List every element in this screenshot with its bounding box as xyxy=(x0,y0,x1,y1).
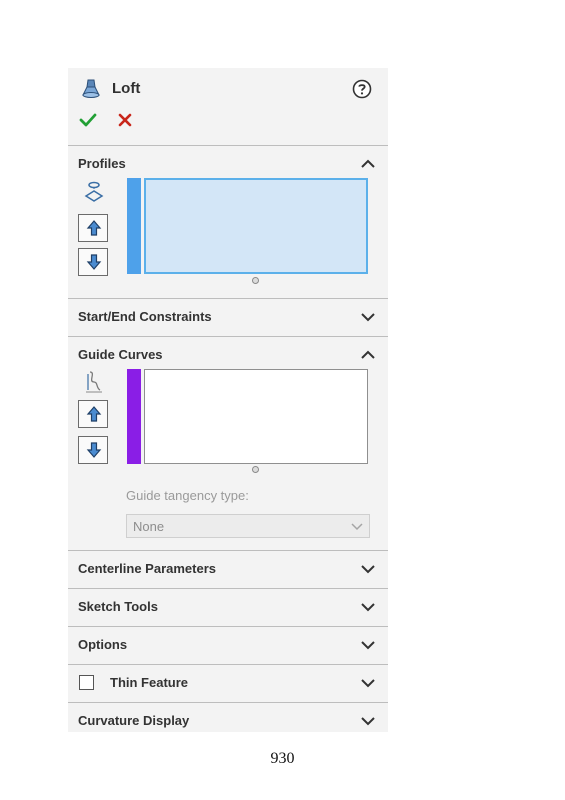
loft-icon xyxy=(82,79,100,98)
thin-feature-label: Thin Feature xyxy=(110,675,189,690)
arrow-up-icon xyxy=(86,220,102,236)
profiles-list-resize-handle[interactable] xyxy=(252,277,259,284)
profiles-move-up-button[interactable] xyxy=(78,214,108,242)
guide-tangency-type-value: None xyxy=(133,519,165,534)
profiles-list-color-strip xyxy=(127,178,141,274)
guide-curves-label: Guide Curves xyxy=(78,347,163,362)
arrow-up-icon xyxy=(86,406,102,422)
thin-feature-checkbox[interactable] xyxy=(79,675,94,690)
chevron-down-icon[interactable] xyxy=(360,715,376,727)
close-icon xyxy=(118,113,132,127)
chevron-down-icon[interactable] xyxy=(360,563,376,575)
check-icon xyxy=(79,113,97,127)
loft-property-manager: Loft Profiles Start/End Constraints Guid… xyxy=(68,68,388,732)
chevron-down-icon xyxy=(351,523,363,531)
title-bar: Loft xyxy=(68,68,388,108)
start-end-constraints-label: Start/End Constraints xyxy=(78,309,212,324)
chevron-down-icon[interactable] xyxy=(360,677,376,689)
chevron-up-icon[interactable] xyxy=(360,349,376,361)
chevron-down-icon[interactable] xyxy=(360,639,376,651)
chevron-down-icon[interactable] xyxy=(360,311,376,323)
cancel-button[interactable] xyxy=(116,111,134,129)
guide-curve-icon xyxy=(86,371,102,393)
curvature-display-section-header[interactable]: Curvature Display xyxy=(68,702,388,732)
centerline-parameters-label: Centerline Parameters xyxy=(78,561,217,576)
help-icon[interactable] xyxy=(352,79,372,99)
arrow-down-icon xyxy=(86,254,102,270)
guide-tangency-type-label: Guide tangency type: xyxy=(126,488,249,503)
centerline-parameters-section-header[interactable]: Centerline Parameters xyxy=(68,550,388,587)
guide-tangency-type-select[interactable]: None xyxy=(126,514,370,538)
start-end-constraints-section-header[interactable]: Start/End Constraints xyxy=(68,298,388,335)
profiles-selection-list[interactable] xyxy=(144,178,368,274)
sketch-tools-label: Sketch Tools xyxy=(78,599,158,614)
profiles-move-down-button[interactable] xyxy=(78,248,108,276)
options-label: Options xyxy=(78,637,128,652)
chevron-up-icon[interactable] xyxy=(360,158,376,170)
guide-curves-selection-list[interactable] xyxy=(144,369,368,464)
page-number: 930 xyxy=(270,750,295,767)
guide-curves-move-down-button[interactable] xyxy=(78,436,108,464)
chevron-down-icon[interactable] xyxy=(360,601,376,613)
profiles-section-label: Profiles xyxy=(78,156,126,171)
profile-selection-icon xyxy=(84,181,104,202)
thin-feature-section-header[interactable]: Thin Feature xyxy=(68,664,388,701)
guide-curves-move-up-button[interactable] xyxy=(78,400,108,428)
sketch-tools-section-header[interactable]: Sketch Tools xyxy=(68,588,388,625)
guide-curves-list-color-strip xyxy=(127,369,141,464)
options-section-header[interactable]: Options xyxy=(68,626,388,663)
guide-curves-list-resize-handle[interactable] xyxy=(252,466,259,473)
profiles-section-header[interactable]: Profiles xyxy=(68,145,388,182)
panel-title: Loft xyxy=(112,80,141,97)
ok-button[interactable] xyxy=(78,110,98,130)
curvature-display-label: Curvature Display xyxy=(78,713,190,728)
guide-curves-section-header[interactable]: Guide Curves xyxy=(68,336,388,373)
arrow-down-icon xyxy=(86,442,102,458)
